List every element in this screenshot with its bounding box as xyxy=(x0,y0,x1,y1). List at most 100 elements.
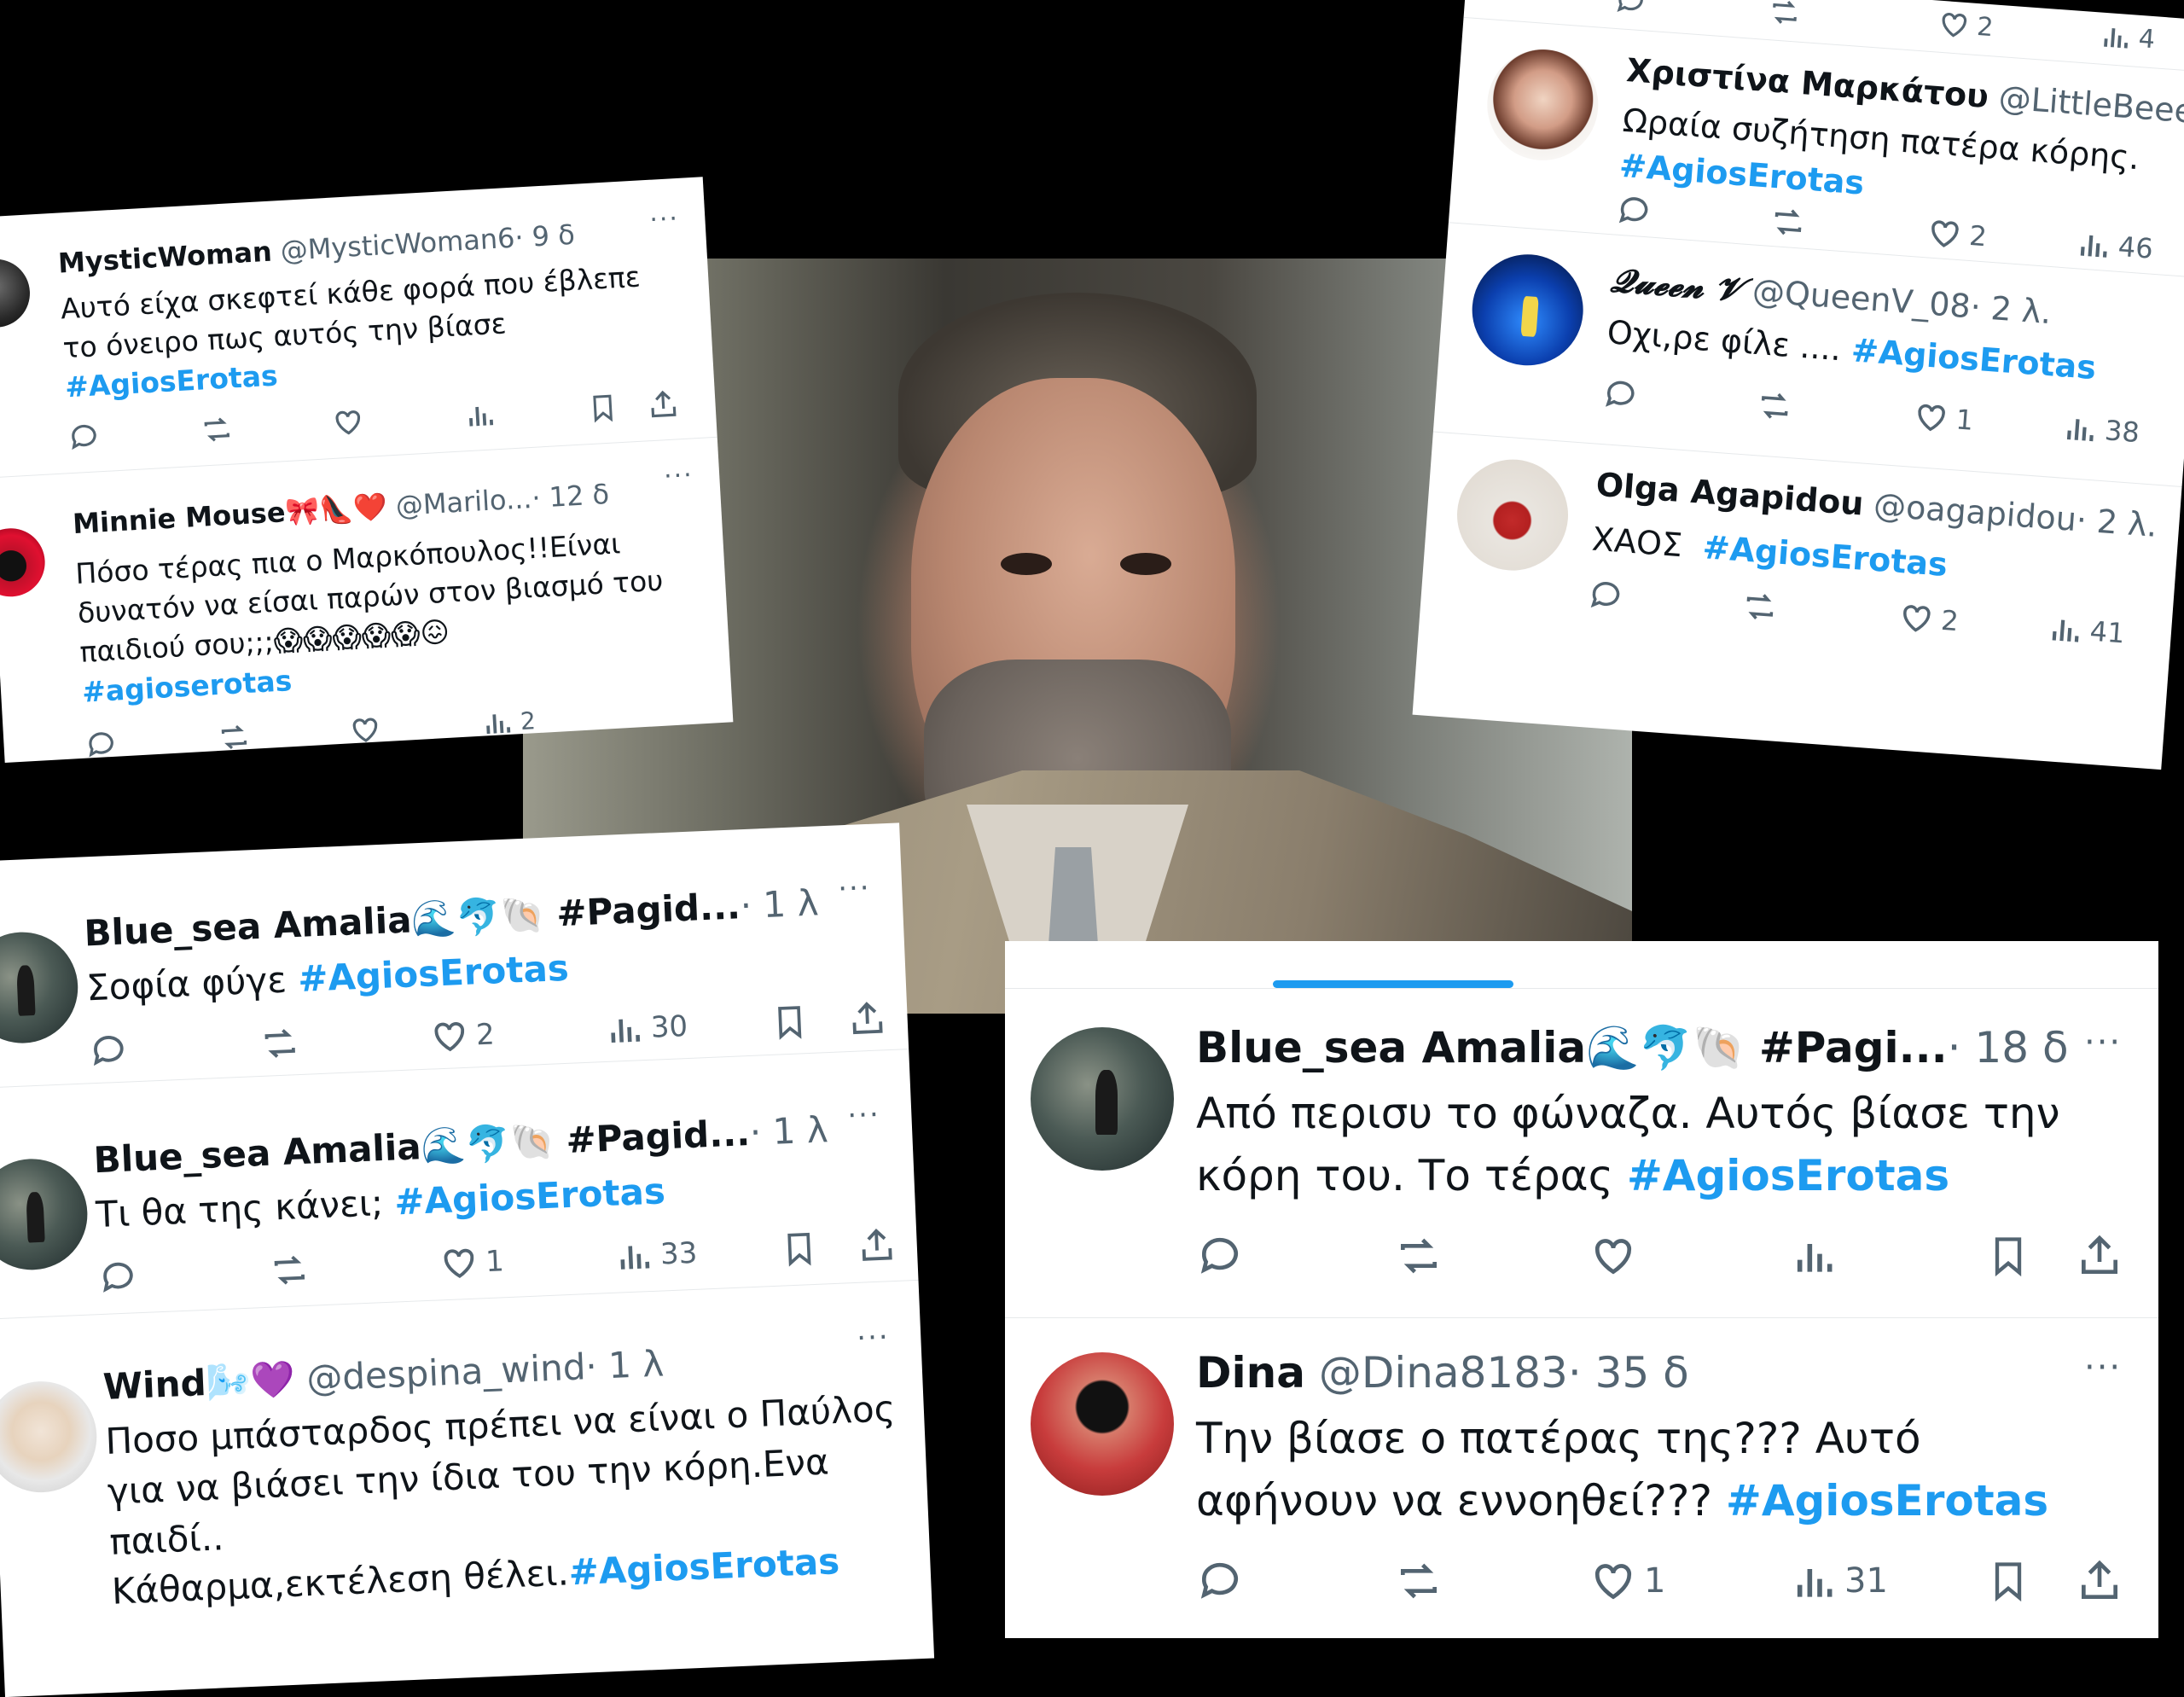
author-name[interactable]: 𝓠𝓾𝓮𝓮𝓷 𝓥 xyxy=(1610,260,1744,308)
retweet-icon[interactable] xyxy=(1393,1557,1444,1605)
like-icon[interactable]: 2 xyxy=(1897,599,1960,639)
views-icon[interactable]: 33 xyxy=(613,1234,698,1276)
retweet-icon[interactable] xyxy=(1393,1232,1444,1280)
avatar[interactable] xyxy=(1483,45,1602,165)
views-icon[interactable]: 31 xyxy=(1790,1557,1888,1605)
hashtag-link[interactable]: #AgiosErotas xyxy=(1726,1476,2048,1526)
views-icon[interactable]: 41 xyxy=(2046,610,2126,652)
share-icon[interactable] xyxy=(847,998,888,1039)
tweet[interactable]: Blue_sea Amalia🌊🐬🐚 #Pagid...· 1 λ ··· Σο… xyxy=(0,822,909,1089)
like-icon[interactable] xyxy=(331,405,365,439)
retweet-icon[interactable] xyxy=(1769,203,1809,241)
like-icon[interactable]: 1 xyxy=(439,1241,505,1283)
author-name[interactable]: Blue_sea Amalia🌊🐬🐚 xyxy=(93,1120,555,1182)
tweet[interactable]: MysticWoman @MysticWoman6· 9 δ ··· Αυτό … xyxy=(0,177,717,479)
reply-icon[interactable] xyxy=(67,420,102,454)
reply-icon[interactable] xyxy=(1613,0,1648,18)
tweet[interactable]: Wind🌬️💜 @despina_wind· 1 λ ··· Ποσο μπάσ… xyxy=(0,1281,934,1694)
retweet-icon[interactable] xyxy=(216,720,252,754)
hashtag-link[interactable]: #AgiosErotas xyxy=(393,1170,665,1223)
author-handle[interactable]: #Pagid... xyxy=(555,885,741,934)
retweet-icon[interactable] xyxy=(268,1250,311,1291)
share-icon[interactable] xyxy=(2076,1557,2123,1605)
views-icon[interactable] xyxy=(1790,1232,1838,1280)
more-icon[interactable]: ··· xyxy=(856,1320,890,1356)
reply-icon[interactable] xyxy=(98,1257,139,1298)
like-icon[interactable]: 2 xyxy=(1937,8,1995,44)
tweet-time[interactable]: · 18 δ xyxy=(1948,1023,2069,1072)
hashtag-link[interactable]: #AgiosErotas xyxy=(64,359,278,404)
views-icon[interactable]: 38 xyxy=(2061,410,2141,451)
tweet-time[interactable]: · 1 λ xyxy=(584,1342,665,1387)
hashtag-link[interactable]: #AgiosErotas xyxy=(1618,147,1866,202)
author-name[interactable]: Wind🌬️💜 xyxy=(102,1358,296,1408)
bookmark-icon[interactable] xyxy=(770,1002,810,1043)
reply-icon[interactable] xyxy=(1601,375,1640,414)
author-name[interactable]: Dina xyxy=(1196,1348,1305,1398)
author-handle[interactable]: @Dina8183 xyxy=(1319,1348,1568,1398)
reply-icon[interactable] xyxy=(1196,1232,1244,1280)
author-handle[interactable]: @MysticWoman6 xyxy=(280,222,516,267)
author-name[interactable]: Olga Agapidou xyxy=(1594,466,1865,523)
tweet[interactable]: Minnie Mouse🎀👠❤️ @Marilo...· 12 δ ··· Πό… xyxy=(0,437,734,764)
author-name[interactable]: MysticWoman xyxy=(57,235,273,280)
tweet[interactable]: Dina @Dina8183· 35 δ ··· Την βίασε ο πατ… xyxy=(1005,1318,2158,1638)
tweet-time[interactable]: · 1 λ xyxy=(749,1108,829,1154)
avatar[interactable] xyxy=(0,257,32,329)
bookmark-icon[interactable] xyxy=(1986,1557,2030,1605)
more-icon[interactable]: ··· xyxy=(847,1098,881,1134)
retweet-icon[interactable] xyxy=(1755,386,1795,425)
views-icon[interactable]: 30 xyxy=(604,1007,688,1049)
tweet-time[interactable]: · 1 λ xyxy=(740,881,820,927)
reply-icon[interactable] xyxy=(1196,1557,1244,1605)
author-handle[interactable]: @Marilo... xyxy=(395,482,533,522)
more-icon[interactable]: ··· xyxy=(2084,1348,2122,1387)
reply-icon[interactable] xyxy=(1587,576,1625,614)
author-name[interactable]: Blue_sea Amalia🌊🐬🐚 xyxy=(84,893,546,955)
author-handle[interactable]: #Pagi... xyxy=(1759,1023,1948,1072)
avatar[interactable] xyxy=(1468,250,1588,369)
views-icon[interactable] xyxy=(463,398,497,432)
like-icon[interactable]: 1 xyxy=(1912,398,1974,439)
bookmark-icon[interactable] xyxy=(1986,1232,2030,1280)
author-handle[interactable]: @LittleBeee xyxy=(1997,78,2184,131)
share-icon[interactable] xyxy=(857,1225,897,1266)
avatar[interactable] xyxy=(1031,1027,1174,1171)
author-handle[interactable]: #Pagid... xyxy=(565,1112,750,1161)
hashtag-link[interactable]: #agioserotas xyxy=(81,664,293,709)
hashtag-link[interactable]: #AgiosErotas xyxy=(1627,1151,1949,1200)
more-icon[interactable]: ··· xyxy=(837,871,871,907)
share-icon[interactable] xyxy=(2076,1232,2123,1280)
tweet[interactable]: Blue_sea Amalia🌊🐬🐚 #Pagid...· 1 λ ··· Τι… xyxy=(0,1049,919,1320)
tweet-time[interactable]: · 35 δ xyxy=(1568,1348,1689,1398)
hashtag-link[interactable]: #AgiosErotas xyxy=(1701,528,1949,584)
tweet-time[interactable]: · 9 δ xyxy=(514,218,575,254)
author-handle[interactable]: @despina_wind xyxy=(305,1345,586,1399)
reply-icon[interactable] xyxy=(88,1030,129,1071)
tweet-time[interactable]: · 2 λ. xyxy=(1969,288,2053,331)
author-name[interactable]: Blue_sea Amalia🌊🐬🐚 xyxy=(1196,1023,1745,1072)
views-icon[interactable]: 4 xyxy=(2099,20,2157,56)
retweet-icon[interactable] xyxy=(1740,588,1780,626)
views-icon[interactable]: 46 xyxy=(2075,225,2155,267)
reply-icon[interactable] xyxy=(84,728,119,762)
author-handle[interactable]: @oagapidou xyxy=(1873,486,2078,538)
like-icon[interactable]: 2 xyxy=(429,1014,496,1056)
like-icon[interactable]: 2 xyxy=(1926,214,1988,254)
avatar[interactable] xyxy=(0,929,80,1046)
share-icon[interactable] xyxy=(646,387,680,421)
tweet-time[interactable]: · 2 λ. xyxy=(2075,501,2158,544)
more-icon[interactable]: ··· xyxy=(663,460,694,491)
tweet[interactable]: Blue_sea Amalia🌊🐬🐚 #Pagi...· 18 δ ··· Απ… xyxy=(1005,989,2158,1318)
avatar[interactable] xyxy=(0,526,47,599)
retweet-icon[interactable] xyxy=(258,1023,301,1064)
retweet-icon[interactable] xyxy=(199,412,235,446)
more-icon[interactable]: ··· xyxy=(2084,1023,2122,1062)
tweet-time[interactable]: · 12 δ xyxy=(531,478,610,514)
like-icon[interactable] xyxy=(1589,1232,1637,1280)
bookmark-icon[interactable] xyxy=(780,1229,819,1270)
like-icon[interactable] xyxy=(348,712,382,747)
avatar[interactable] xyxy=(1453,456,1572,575)
hashtag-link[interactable]: #AgiosErotas xyxy=(1850,331,2098,386)
bookmark-icon[interactable] xyxy=(587,391,619,425)
